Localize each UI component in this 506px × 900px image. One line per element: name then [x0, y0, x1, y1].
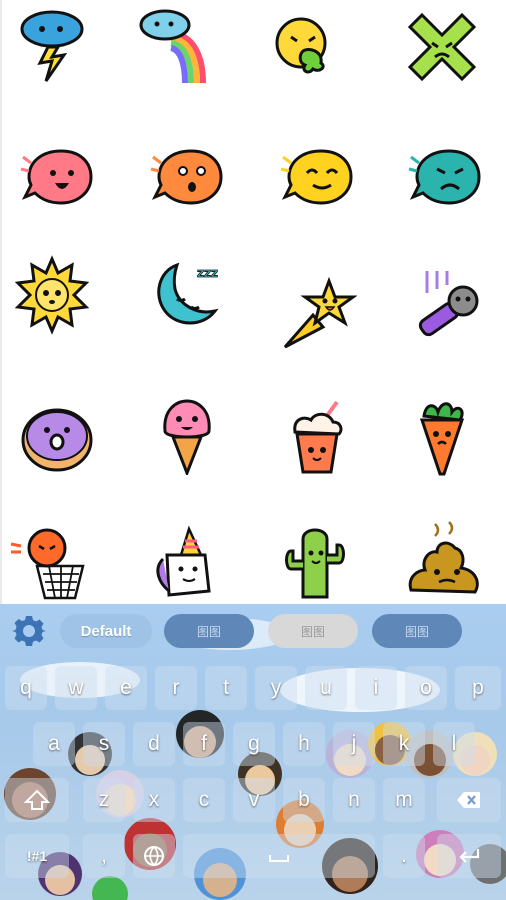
basketball-icon — [10, 528, 85, 600]
moon-sticker[interactable]: zzz — [142, 250, 232, 340]
key-q[interactable]: q — [5, 666, 47, 710]
space-icon — [269, 855, 289, 862]
symbols-key[interactable]: !#1 — [5, 834, 69, 878]
theme-slot-1[interactable]: 图图 — [164, 614, 254, 648]
key-e[interactable]: e — [105, 666, 147, 710]
sick-face-sticker[interactable] — [260, 2, 350, 92]
key-s[interactable]: s — [83, 722, 125, 766]
comma-key[interactable]: , — [83, 834, 125, 878]
period-key[interactable]: . — [383, 834, 425, 878]
orange-bubble-sticker[interactable] — [142, 132, 232, 222]
key-z[interactable]: z — [83, 778, 125, 822]
shooting-star-sticker[interactable] — [272, 270, 362, 360]
key-l[interactable]: l — [433, 722, 475, 766]
space-key[interactable] — [183, 834, 375, 878]
storm-cloud-icon — [20, 10, 84, 82]
key-v[interactable]: v — [233, 778, 275, 822]
globe-key[interactable] — [133, 834, 175, 878]
svg-text:zzz: zzz — [197, 266, 218, 280]
key-d[interactable]: d — [133, 722, 175, 766]
keyboard-toolbar: Default 图图 图图 图图 — [0, 604, 506, 660]
key-n[interactable]: n — [333, 778, 375, 822]
theme-default-tab[interactable]: Default — [60, 614, 152, 648]
key-h[interactable]: h — [283, 722, 325, 766]
shooting-star-icon — [283, 276, 357, 349]
microphone-icon — [418, 271, 479, 337]
x-face-icon — [407, 12, 477, 82]
keyboard: Default 图图 图图 图图 q w e r t y u i o p a s… — [0, 604, 506, 900]
key-o[interactable]: o — [405, 666, 447, 710]
backspace-icon — [457, 792, 480, 808]
key-c[interactable]: c — [183, 778, 225, 822]
donut-sticker[interactable] — [12, 393, 102, 483]
milkshake-icon — [293, 400, 343, 474]
carrot-sticker[interactable] — [397, 393, 487, 483]
poop-sticker[interactable] — [400, 515, 490, 604]
carrot-icon — [419, 402, 465, 476]
key-x[interactable]: x — [133, 778, 175, 822]
enter-icon — [459, 849, 480, 863]
key-b[interactable]: b — [283, 778, 325, 822]
rainbow-cloud-sticker[interactable] — [132, 2, 222, 92]
key-w[interactable]: w — [55, 666, 97, 710]
poop-icon — [408, 521, 479, 594]
milkshake-sticker[interactable] — [272, 393, 362, 483]
enter-key[interactable] — [437, 834, 501, 878]
key-u[interactable]: u — [305, 666, 347, 710]
orange-bubble-icon — [150, 149, 223, 205]
yellow-bubble-icon — [280, 149, 353, 205]
x-face-sticker[interactable] — [397, 2, 487, 92]
key-g[interactable]: g — [233, 722, 275, 766]
shift-icon — [24, 789, 50, 810]
key-k[interactable]: k — [383, 722, 425, 766]
sticker-grid: zzz — [0, 0, 506, 604]
basketball-sticker[interactable] — [4, 515, 94, 604]
key-i[interactable]: i — [355, 666, 397, 710]
cactus-icon — [285, 528, 345, 599]
rainbow-cloud-icon — [139, 9, 206, 84]
sick-face-icon — [275, 17, 327, 74]
theme-slot-3[interactable]: 图图 — [372, 614, 462, 648]
backspace-key[interactable] — [437, 778, 501, 822]
teal-bubble-sticker[interactable] — [400, 132, 490, 222]
moon-icon: zzz — [157, 262, 219, 325]
sun-icon — [14, 255, 90, 335]
key-j[interactable]: j — [333, 722, 375, 766]
key-m[interactable]: m — [383, 778, 425, 822]
key-t[interactable]: t — [205, 666, 247, 710]
globe-icon — [144, 846, 164, 867]
yellow-bubble-sticker[interactable] — [272, 132, 362, 222]
key-p[interactable]: p — [455, 666, 501, 710]
teal-bubble-icon — [408, 149, 481, 205]
sun-sticker[interactable] — [7, 250, 97, 340]
unicorn-sticker[interactable] — [140, 520, 230, 604]
key-a[interactable]: a — [33, 722, 75, 766]
microphone-sticker[interactable] — [402, 262, 492, 352]
shift-key[interactable] — [5, 778, 69, 822]
cactus-sticker[interactable] — [270, 518, 360, 604]
pink-bubble-sticker[interactable] — [12, 132, 102, 222]
gear-icon[interactable] — [12, 614, 46, 648]
ice-cream-sticker[interactable] — [142, 390, 232, 480]
key-y[interactable]: y — [255, 666, 297, 710]
donut-icon — [21, 408, 93, 472]
key-r[interactable]: r — [155, 666, 197, 710]
unicorn-icon — [156, 525, 211, 597]
storm-cloud-sticker[interactable] — [7, 2, 97, 92]
key-f[interactable]: f — [183, 722, 225, 766]
theme-slot-2[interactable]: 图图 — [268, 614, 358, 648]
pink-bubble-icon — [20, 149, 93, 205]
ice-cream-icon — [163, 399, 211, 475]
